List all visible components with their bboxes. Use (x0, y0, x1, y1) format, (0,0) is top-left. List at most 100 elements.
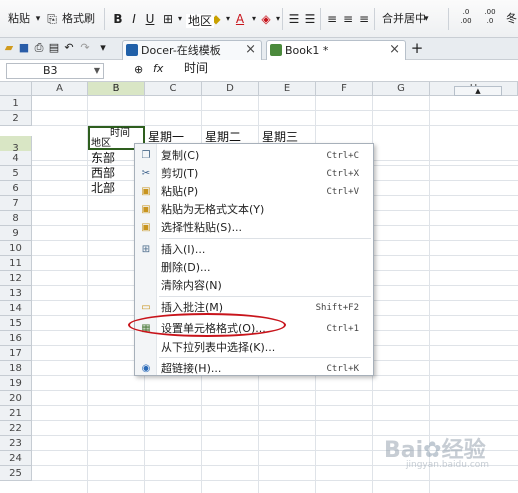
context-menu-item[interactable]: ✂ 剪切(T) Ctrl+X (135, 165, 373, 183)
redo-icon[interactable]: ↷ (78, 41, 92, 55)
context-menu-item[interactable]: ▣ 选择性粘贴(S)... (135, 219, 373, 237)
tab-book1[interactable]: Book1 * × (266, 40, 406, 60)
context-menu-item[interactable]: ◉ 超链接(H)... Ctrl+K (135, 360, 373, 378)
row-header-8[interactable]: 8 (0, 211, 32, 226)
cell-b5[interactable]: 西部 (91, 166, 115, 180)
context-menu-item[interactable]: 清除内容(N) (135, 277, 373, 295)
context-menu-item[interactable]: ❐ 复制(C) Ctrl+C (135, 147, 373, 165)
customize-toolbar-icon[interactable]: ▾ (96, 41, 110, 55)
column-header-b[interactable]: B (88, 82, 145, 96)
row-header-25[interactable]: 25 (0, 466, 32, 481)
cell-b3-top: 时间 (110, 128, 130, 139)
format-painter-icon[interactable]: ⎘ (44, 10, 60, 28)
comment-icon: ▭ (141, 302, 151, 313)
open-folder-icon[interactable]: ▰ (2, 41, 16, 55)
row-header-7[interactable]: 7 (0, 196, 32, 211)
undo-icon[interactable]: ↶ (62, 41, 76, 55)
row-header-5[interactable]: 5 (0, 166, 32, 181)
column-header-e[interactable]: E (259, 82, 316, 96)
row-header-6[interactable]: 6 (0, 181, 32, 196)
column-header-a[interactable]: A (32, 82, 88, 96)
align-center-icon[interactable]: ≡ (340, 10, 356, 28)
bold-button[interactable]: B (110, 10, 126, 28)
context-menu-item[interactable]: 从下拉列表中选择(K)... (135, 339, 373, 357)
cell-d3[interactable]: 星期二 (205, 130, 241, 144)
align-right-icon[interactable]: ≡ (356, 10, 372, 28)
context-menu: ❐ 复制(C) Ctrl+C ✂ 剪切(T) Ctrl+X ▣ 粘贴(P) Ctrl+V ▣ 粘贴为… (134, 143, 374, 376)
formula-input-line2: 地区 (186, 14, 215, 28)
decrease-decimal-button[interactable]: .00 .0 (480, 8, 500, 26)
chevron-down-icon[interactable]: ▼ (94, 64, 100, 78)
context-menu-item-label: 复制(C) (161, 149, 200, 162)
context-menu-item-label: 超链接(H)... (161, 362, 222, 375)
increase-decimal-button[interactable]: .0 .00 (456, 8, 476, 26)
paste-text-icon: ▣ (141, 204, 151, 215)
row-header-4[interactable]: 4 (0, 151, 32, 166)
row-header-2[interactable]: 2 (0, 111, 32, 126)
insert-icon: ⊞ (141, 244, 151, 255)
row-header-11[interactable]: 11 (0, 256, 32, 271)
clear-format-dropdown-icon[interactable]: ▾ (270, 10, 286, 28)
highlight-circle (128, 313, 286, 337)
close-icon[interactable]: × (245, 42, 256, 58)
row-header-16[interactable]: 16 (0, 331, 32, 346)
row-header-20[interactable]: 20 (0, 391, 32, 406)
context-menu-item[interactable]: ▣ 粘贴为无格式文本(Y) (135, 201, 373, 219)
context-menu-item[interactable]: 删除(D)... (135, 259, 373, 277)
toolbar-divider (320, 8, 321, 30)
save-icon[interactable]: ■ (17, 41, 31, 55)
column-header-g[interactable]: G (373, 82, 430, 96)
context-menu-item[interactable]: ▣ 粘贴(P) Ctrl+V (135, 183, 373, 201)
row-header-15[interactable]: 15 (0, 316, 32, 331)
row-header-9[interactable]: 9 (0, 226, 32, 241)
row-header-10[interactable]: 10 (0, 241, 32, 256)
paste-button[interactable]: 粘贴 (8, 10, 30, 28)
column-header-d[interactable]: D (202, 82, 259, 96)
row-header-12[interactable]: 12 (0, 271, 32, 286)
cell-b6[interactable]: 北部 (91, 181, 115, 195)
align-middle-icon[interactable]: ☰ (302, 10, 318, 28)
align-left-icon[interactable]: ≡ (324, 10, 340, 28)
context-menu-item-shortcut: Ctrl+V (326, 187, 359, 197)
context-menu-item-label: 删除(D)... (161, 261, 211, 274)
copy-icon: ❐ (141, 150, 151, 161)
merge-center-button[interactable]: 合并居中 (382, 10, 426, 28)
select-all-corner[interactable] (0, 82, 32, 96)
column-header-f[interactable]: F (316, 82, 373, 96)
row-header-13[interactable]: 13 (0, 286, 32, 301)
cell-e3[interactable]: 星期三 (262, 130, 298, 144)
column-gridline (87, 96, 88, 493)
merge-center-dropdown-icon[interactable]: ▾ (424, 10, 429, 28)
cell-c3[interactable]: 星期一 (148, 130, 184, 144)
row-header-23[interactable]: 23 (0, 436, 32, 451)
row-header-14[interactable]: 14 (0, 301, 32, 316)
row-header-21[interactable]: 21 (0, 406, 32, 421)
underline-button[interactable]: U (142, 10, 158, 28)
toolbar-divider (374, 8, 375, 30)
paste-special-icon: ▣ (141, 222, 151, 233)
row-header-19[interactable]: 19 (0, 376, 32, 391)
row-header-1[interactable]: 1 (0, 96, 32, 111)
name-box[interactable]: B3 ▼ (6, 63, 104, 79)
zoom-icon[interactable]: ⊕ (134, 63, 143, 76)
print-preview-icon[interactable]: ▤ (47, 41, 61, 55)
italic-button[interactable]: I (126, 10, 142, 28)
new-tab-button[interactable]: + (410, 41, 424, 56)
fx-button[interactable]: fx (153, 62, 163, 75)
column-header-c[interactable]: C (145, 82, 202, 96)
row-header-22[interactable]: 22 (0, 421, 32, 436)
formula-input[interactable]: 时间 (184, 61, 208, 75)
context-menu-item-label: 从下拉列表中选择(K)... (161, 341, 276, 354)
align-top-icon[interactable]: ☰ (286, 10, 302, 28)
print-icon[interactable]: ⎙ (32, 41, 46, 55)
tab-docer[interactable]: Docer-在线模板 × (122, 40, 262, 60)
close-icon[interactable]: × (389, 42, 400, 58)
scroll-indicator[interactable]: ▲ (454, 86, 502, 96)
row-header-17[interactable]: 17 (0, 346, 32, 361)
row-header-18[interactable]: 18 (0, 361, 32, 376)
ribbon-toolbar: 粘贴 ▾ ⎘ 格式刷 B I U ⊞ ▾ ⊡ ▾ ◆ ▾ A ▾ ◈ ▾ ☰ ☰… (0, 0, 518, 38)
context-menu-item[interactable]: ⊞ 插入(I)... (135, 241, 373, 259)
row-header-24[interactable]: 24 (0, 451, 32, 466)
cell-b4[interactable]: 东部 (91, 151, 115, 165)
format-painter-button[interactable]: 格式刷 (62, 10, 95, 28)
